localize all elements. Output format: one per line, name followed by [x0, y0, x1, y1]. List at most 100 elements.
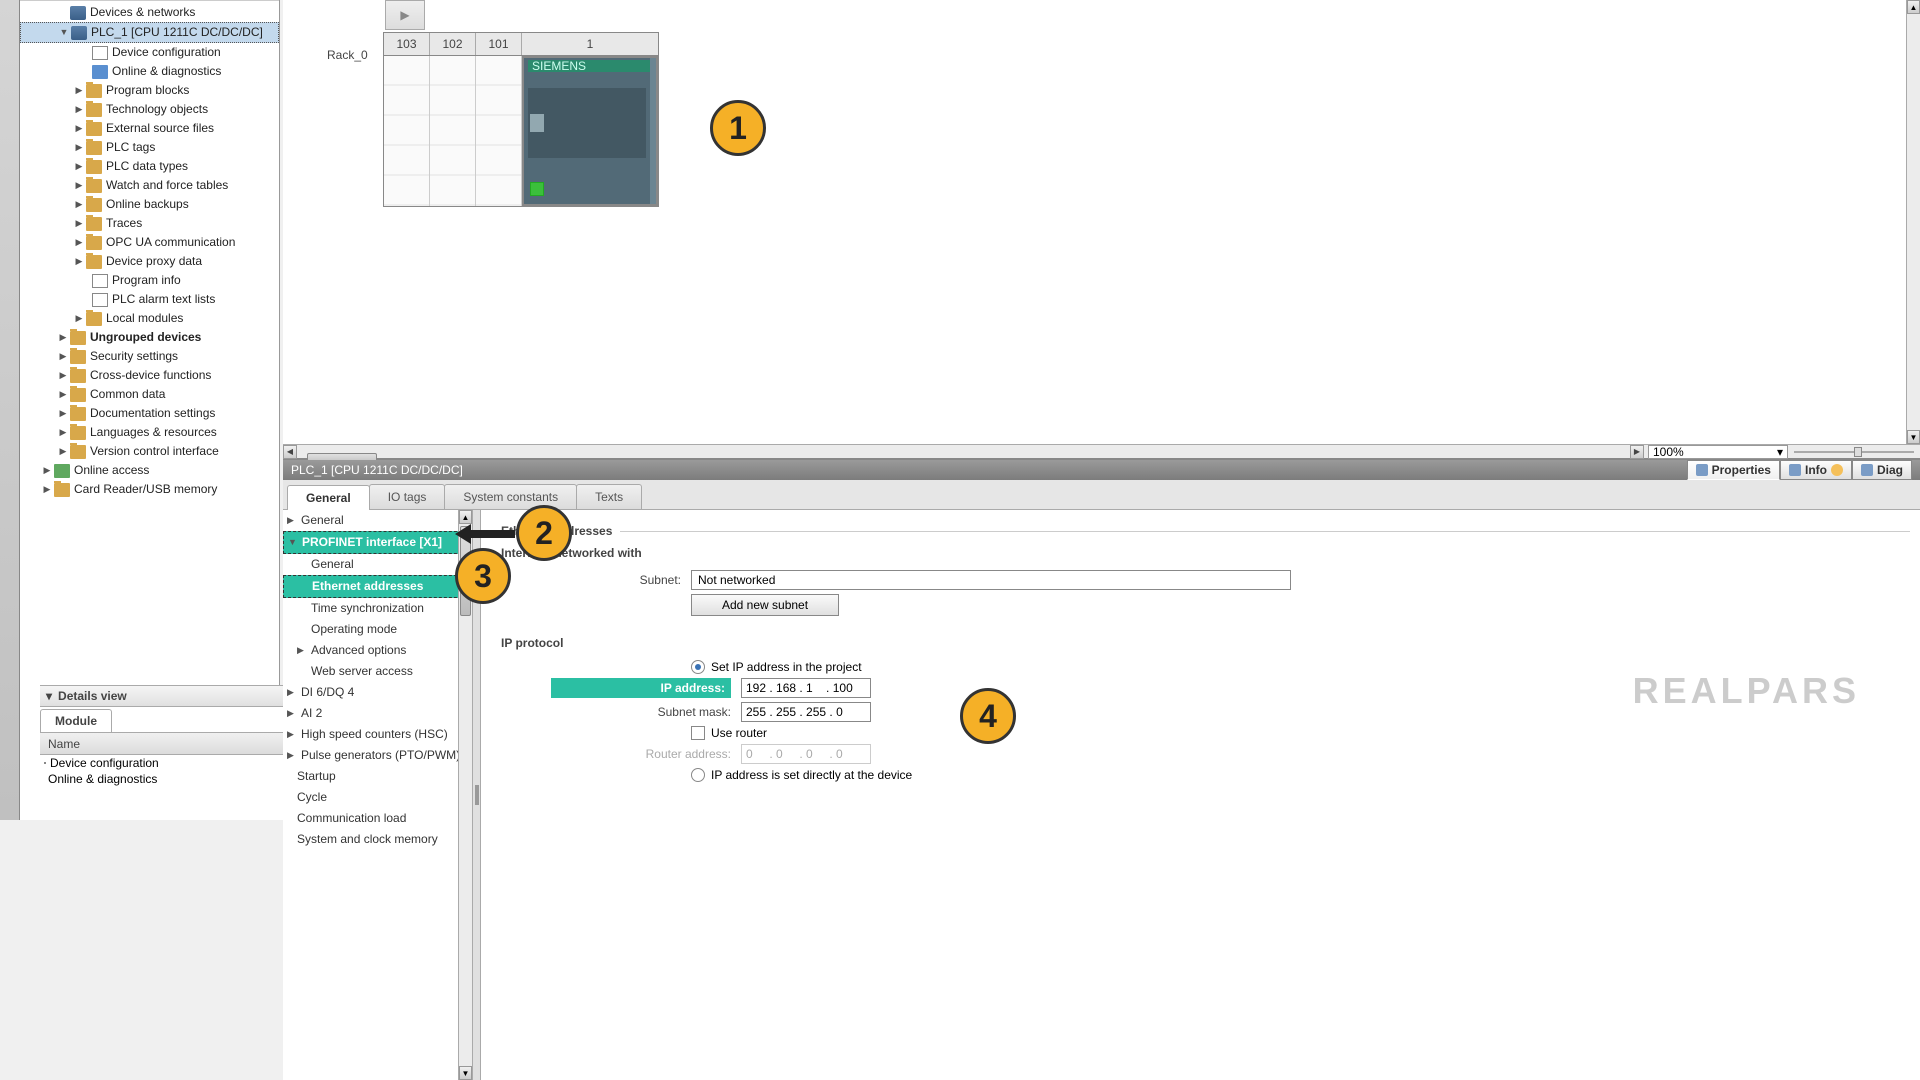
left-collapsed-tab[interactable] — [0, 0, 20, 820]
tree-item-online-access[interactable]: ▶Online access — [20, 461, 279, 480]
tree-item-online-diag[interactable]: Online & diagnostics — [20, 62, 279, 81]
tree-item-doc-settings[interactable]: ▶Documentation settings — [20, 404, 279, 423]
list-item[interactable]: Online & diagnostics — [40, 771, 300, 787]
proptree-label: DI 6/DQ 4 — [301, 684, 354, 701]
tree-item-device-proxy[interactable]: ▶Device proxy data — [20, 252, 279, 271]
proptree-operating-mode[interactable]: Operating mode — [283, 619, 472, 640]
section-ethernet-addresses: Ethernet addresses — [501, 524, 1910, 538]
tree-item-label: Watch and force tables — [106, 177, 228, 194]
tree-item-plc-alarm[interactable]: PLC alarm text lists — [20, 290, 279, 309]
tab-module[interactable]: Module — [40, 709, 112, 732]
tab-general[interactable]: General — [287, 485, 370, 510]
proptree-sys-clock[interactable]: System and clock memory — [283, 829, 472, 850]
tree-item-program-info[interactable]: Program info — [20, 271, 279, 290]
tree-item-local-modules[interactable]: ▶Local modules — [20, 309, 279, 328]
list-item[interactable]: Device configuration — [40, 755, 300, 771]
subnet-mask-label: Subnet mask: — [551, 705, 731, 719]
annotation-arrow-2 — [455, 524, 515, 544]
tree-item-security[interactable]: ▶Security settings — [20, 347, 279, 366]
tab-diagnostics[interactable]: Diag — [1852, 460, 1912, 480]
tab-texts[interactable]: Texts — [576, 484, 642, 509]
proptree-profinet[interactable]: ▼PROFINET interface [X1] — [283, 531, 472, 554]
tree-item-label: Languages & resources — [90, 424, 217, 441]
annotation-2: 2 — [516, 505, 572, 561]
tree-item-version-control[interactable]: ▶Version control interface — [20, 442, 279, 461]
tree-item-plc-tags[interactable]: ▶PLC tags — [20, 138, 279, 157]
checkbox-use-router[interactable] — [691, 726, 705, 740]
property-content: Ethernet addresses Interface networked w… — [481, 510, 1920, 1080]
tab-io-tags[interactable]: IO tags — [369, 484, 446, 509]
tree-item-device-config[interactable]: Device configuration — [20, 43, 279, 62]
proptree-general[interactable]: ▶General — [283, 510, 472, 531]
tree-item-ungrouped[interactable]: ▶Ungrouped devices — [20, 328, 279, 347]
play-button[interactable]: ▶ — [385, 0, 425, 30]
tree-item-program-blocks[interactable]: ▶Program blocks — [20, 81, 279, 100]
scroll-left-button[interactable]: ◀ — [283, 445, 297, 459]
tree-item-cross-device[interactable]: ▶Cross-device functions — [20, 366, 279, 385]
vertical-scrollbar[interactable]: ▲ ▼ — [1906, 0, 1920, 444]
tree-item-tech-objects[interactable]: ▶Technology objects — [20, 100, 279, 119]
zoom-slider[interactable] — [1794, 445, 1914, 459]
tree-item-label: OPC UA communication — [106, 234, 235, 251]
proptree-profinet-general[interactable]: General — [283, 554, 472, 575]
proptree-ethernet-addresses[interactable]: Ethernet addresses — [283, 575, 472, 598]
proptree-web-server[interactable]: Web server access — [283, 661, 472, 682]
proptree-label: Time synchronization — [311, 600, 424, 617]
tab-info[interactable]: Info — [1780, 460, 1852, 480]
proptree-ai2[interactable]: ▶AI 2 — [283, 703, 472, 724]
add-new-subnet-button[interactable]: Add new subnet — [691, 594, 839, 616]
proptree-time-sync[interactable]: Time synchronization — [283, 598, 472, 619]
tab-properties[interactable]: Properties — [1687, 460, 1780, 480]
proptree-hsc[interactable]: ▶High speed counters (HSC) — [283, 724, 472, 745]
proptree-label: Communication load — [297, 810, 406, 827]
details-view-title: Details view — [58, 689, 127, 703]
tree-item-plc-data-types[interactable]: ▶PLC data types — [20, 157, 279, 176]
details-column-name[interactable]: Name — [40, 733, 300, 755]
tree-item-ext-source[interactable]: ▶External source files — [20, 119, 279, 138]
proptree-comm-load[interactable]: Communication load — [283, 808, 472, 829]
proptree-cycle[interactable]: Cycle — [283, 787, 472, 808]
diagnostics-icon — [1861, 464, 1873, 476]
tree-item-lang-res[interactable]: ▶Languages & resources — [20, 423, 279, 442]
tree-item-plc1[interactable]: ▼PLC_1 [CPU 1211C DC/DC/DC] — [20, 22, 279, 43]
tree-item-traces[interactable]: ▶Traces — [20, 214, 279, 233]
rack-body[interactable]: SIEMENS — [383, 56, 659, 207]
subnet-label: Subnet: — [501, 573, 681, 587]
tab-system-constants[interactable]: System constants — [444, 484, 577, 509]
warning-icon — [1831, 464, 1843, 476]
radio-ip-direct[interactable] — [691, 768, 705, 782]
device-view: ▶ 103 102 101 1 Rack_0 SIEMENS ▲ ▼ ◀ — [283, 0, 1920, 460]
proptree-label: System and clock memory — [297, 831, 438, 848]
horizontal-scrollbar[interactable]: ◀ ▶ 100%▾ — [283, 444, 1920, 458]
proptree-advanced-options[interactable]: ▶Advanced options — [283, 640, 472, 661]
rack-slot-empty[interactable] — [384, 56, 430, 206]
tree-item-label: Version control interface — [90, 443, 219, 460]
annotation-3: 3 — [455, 548, 511, 604]
ip-address-input[interactable] — [741, 678, 871, 698]
plc-module[interactable]: SIEMENS — [522, 56, 658, 206]
project-tree[interactable]: Devices & networks ▼PLC_1 [CPU 1211C DC/… — [20, 0, 279, 680]
tree-item-devices-networks[interactable]: Devices & networks — [20, 3, 279, 22]
tree-item-label: External source files — [106, 120, 214, 137]
property-navigation-tree[interactable]: ▶General ▼PROFINET interface [X1] Genera… — [283, 510, 473, 1080]
radio-label: Set IP address in the project — [711, 660, 862, 674]
proptree-startup[interactable]: Startup — [283, 766, 472, 787]
proptree-di6dq4[interactable]: ▶DI 6/DQ 4 — [283, 682, 472, 703]
subnet-mask-input[interactable] — [741, 702, 871, 722]
radio-set-ip-in-project[interactable] — [691, 660, 705, 674]
tree-item-watch-force[interactable]: ▶Watch and force tables — [20, 176, 279, 195]
tree-item-online-backups[interactable]: ▶Online backups — [20, 195, 279, 214]
ethernet-port-icon[interactable] — [530, 182, 544, 196]
details-view-header[interactable]: ▾ Details view — [40, 686, 300, 707]
tree-item-card-reader[interactable]: ▶Card Reader/USB memory — [20, 480, 279, 499]
rack-slot-empty[interactable] — [476, 56, 522, 206]
scroll-right-button[interactable]: ▶ — [1630, 445, 1644, 459]
proptree-label: Ethernet addresses — [312, 578, 423, 595]
zoom-select[interactable]: 100%▾ — [1648, 445, 1788, 459]
tree-item-opcua[interactable]: ▶OPC UA communication — [20, 233, 279, 252]
rack-slot-empty[interactable] — [430, 56, 476, 206]
tree-item-common-data[interactable]: ▶Common data — [20, 385, 279, 404]
proptree-pto[interactable]: ▶Pulse generators (PTO/PWM) — [283, 745, 472, 766]
tree-item-label: Online access — [74, 462, 149, 479]
subnet-value[interactable]: Not networked — [691, 570, 1291, 590]
